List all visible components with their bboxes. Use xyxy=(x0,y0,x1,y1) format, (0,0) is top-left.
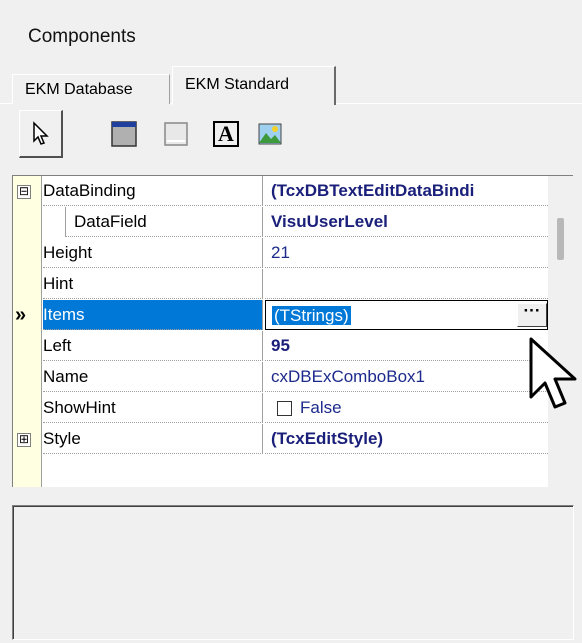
property-value[interactable]: cxDBExComboBox1 xyxy=(265,362,548,392)
tab-ekm-database[interactable]: EKM Database xyxy=(12,74,170,104)
vertical-scrollbar[interactable] xyxy=(548,176,573,487)
property-value[interactable]: 21 xyxy=(265,238,548,268)
property-row-databinding[interactable]: ⊟ DataBinding (TcxDBTextEditDataBindi xyxy=(13,176,573,207)
property-name: Left xyxy=(43,331,263,361)
expand-icon[interactable]: ⊞ xyxy=(17,433,31,447)
property-row-style[interactable]: ⊞ Style (TcxEditStyle) xyxy=(13,424,573,455)
panel-title: Components xyxy=(28,26,136,47)
selected-row-marker-icon: » xyxy=(15,304,27,326)
mouse-cursor-icon xyxy=(529,337,577,409)
property-value-cell[interactable]: False xyxy=(265,393,548,423)
property-name: Style xyxy=(43,424,263,454)
image-icon xyxy=(258,123,282,145)
property-name: Hint xyxy=(43,269,263,299)
property-name: Items xyxy=(43,300,263,330)
frame-icon xyxy=(164,122,188,146)
showhint-checkbox[interactable] xyxy=(277,401,292,417)
panel-icon xyxy=(111,121,137,147)
label-tool-button[interactable]: A xyxy=(204,110,248,158)
property-row-items[interactable]: » Items (TStrings) ··· xyxy=(13,300,573,331)
property-row-showhint[interactable]: ShowHint False xyxy=(13,393,573,424)
property-row-height[interactable]: Height 21 xyxy=(13,238,573,269)
property-value-editor[interactable]: (TStrings) ··· xyxy=(265,300,548,330)
property-name: Height xyxy=(43,238,263,268)
property-value: False xyxy=(300,398,342,417)
property-value[interactable]: 95 xyxy=(265,331,548,361)
property-name: DataField xyxy=(65,207,263,237)
property-value: (TStrings) xyxy=(272,306,351,325)
ellipsis-button[interactable]: ··· xyxy=(517,302,547,327)
property-name: ShowHint xyxy=(43,393,263,423)
property-inspector: ⊟ DataBinding (TcxDBTextEditDataBindi Da… xyxy=(12,175,573,487)
panel-tool-button[interactable] xyxy=(102,110,146,158)
pointer-tool-button[interactable] xyxy=(19,110,63,158)
image-tool-button[interactable] xyxy=(248,110,292,158)
property-row-name[interactable]: Name cxDBExComboBox1 xyxy=(13,362,573,393)
label-icon: A xyxy=(213,121,239,147)
property-value[interactable] xyxy=(265,269,548,299)
property-row-hint[interactable]: Hint xyxy=(13,269,573,300)
property-name: DataBinding xyxy=(43,176,263,206)
collapse-icon[interactable]: ⊟ xyxy=(17,185,31,199)
description-panel xyxy=(12,505,574,640)
tab-ekm-standard[interactable]: EKM Standard xyxy=(172,66,336,105)
pointer-icon xyxy=(32,120,49,145)
frame-tool-button[interactable] xyxy=(154,110,198,158)
scrollbar-thumb[interactable] xyxy=(557,218,564,260)
property-value[interactable]: VisuUserLevel xyxy=(265,207,548,237)
property-value[interactable]: (TcxEditStyle) xyxy=(265,424,548,454)
property-row-datafield[interactable]: DataField VisuUserLevel xyxy=(13,207,573,238)
property-row-left[interactable]: Left 95 xyxy=(13,331,573,362)
property-name: Name xyxy=(43,362,263,392)
component-toolbar: A xyxy=(12,110,572,166)
property-value[interactable]: (TcxDBTextEditDataBindi xyxy=(265,176,548,206)
